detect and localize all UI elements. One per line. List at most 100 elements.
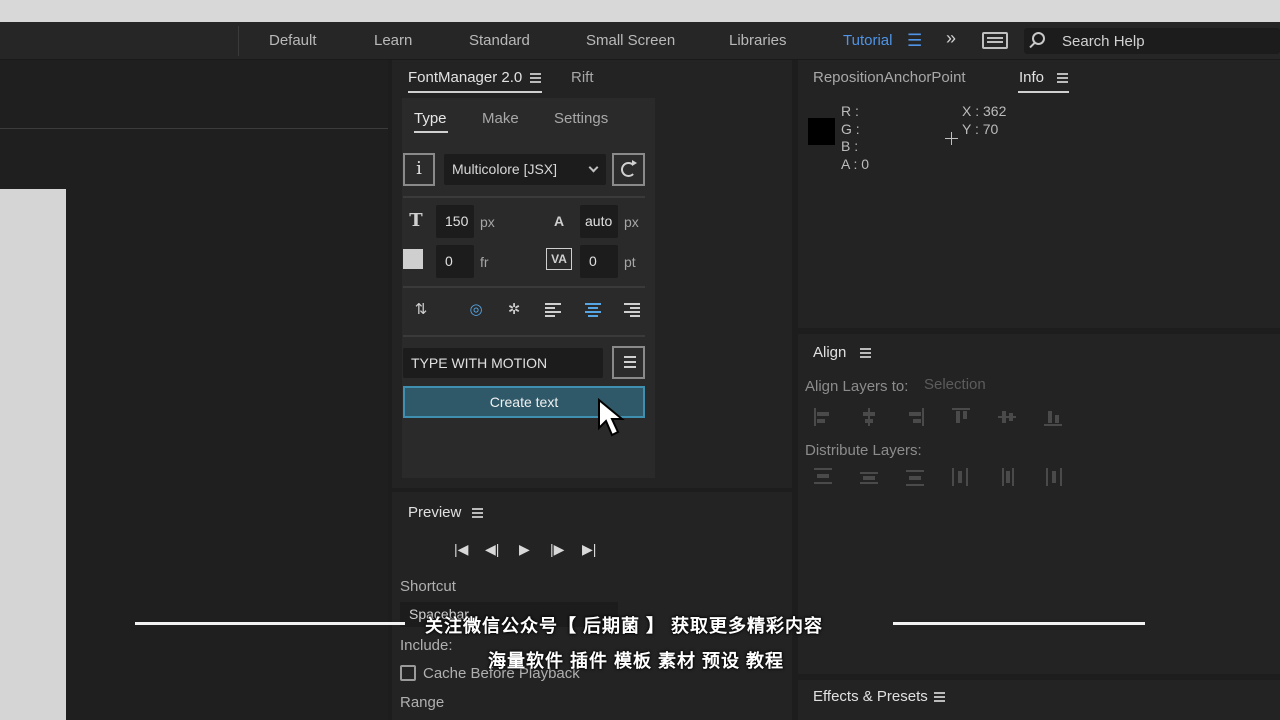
- leading-icon: A: [553, 213, 565, 229]
- divider: [403, 286, 645, 288]
- refresh-button[interactable]: [612, 153, 645, 186]
- workspace-learn[interactable]: Learn: [374, 32, 412, 49]
- subtab-underline: [414, 131, 448, 133]
- distribute-horizontal-centers-icon[interactable]: [998, 468, 1016, 486]
- text-input[interactable]: TYPE WITH MOTION: [403, 348, 603, 378]
- distribute-right-icon[interactable]: [1044, 468, 1062, 486]
- cache-checkbox[interactable]: [400, 665, 416, 681]
- layer-order-icon[interactable]: ⇅: [406, 299, 436, 321]
- tab-info[interactable]: Info: [1019, 69, 1044, 86]
- include-label: Include:: [400, 637, 453, 654]
- overlay-caption-line2: 海量软件 插件 模板 素材 预设 教程: [488, 651, 785, 671]
- align-left-edges-icon[interactable]: [814, 408, 832, 426]
- crosshair-icon: [945, 132, 958, 145]
- workspace-default[interactable]: Default: [269, 32, 317, 49]
- align-layers-select[interactable]: Selection: [924, 376, 1064, 398]
- fontmanager-menu-icon[interactable]: [530, 73, 541, 83]
- refresh-icon: [621, 160, 637, 177]
- composition-viewer-panel: [0, 60, 388, 720]
- workspace-small-screen[interactable]: Small Screen: [586, 32, 675, 49]
- align-center-icon[interactable]: [585, 303, 601, 317]
- align-top-edges-icon[interactable]: [952, 408, 970, 426]
- window-top-strip: [0, 0, 1280, 22]
- distribute-layers-label: Distribute Layers:: [805, 442, 922, 459]
- overlay-line-right: [893, 622, 1145, 625]
- animate-icon[interactable]: ◎: [466, 299, 486, 321]
- tracking-input[interactable]: 0: [580, 245, 618, 278]
- align-left-icon[interactable]: [545, 303, 561, 317]
- tab-reposition-anchor-point[interactable]: RepositionAnchorPoint: [813, 69, 966, 86]
- search-placeholder: Search Help: [1062, 33, 1145, 50]
- font-select[interactable]: Multicolore [JSX]: [444, 154, 606, 185]
- effects-menu-icon[interactable]: [934, 692, 945, 702]
- divider: [403, 196, 645, 198]
- more-workspaces-icon[interactable]: »: [946, 28, 956, 49]
- align-title: Align: [813, 344, 847, 361]
- info-g: G :: [841, 121, 860, 137]
- tab-rift[interactable]: Rift: [571, 69, 594, 86]
- play-icon[interactable]: ▶: [519, 541, 530, 558]
- workspace-standard[interactable]: Standard: [469, 32, 530, 49]
- tab-fontmanager[interactable]: FontManager 2.0: [408, 69, 522, 86]
- range-label: Range: [400, 694, 445, 711]
- tab-underline: [408, 91, 542, 93]
- distribute-bottom-icon[interactable]: [906, 468, 924, 486]
- composition-canvas[interactable]: [0, 189, 66, 720]
- preview-panel: Preview |◀ ◀| ▶ |▶ ▶| Shortcut Spacebar …: [392, 492, 792, 720]
- keyboard-shortcuts-icon[interactable]: [982, 32, 1008, 49]
- frames-unit: fr: [480, 254, 489, 270]
- workspace-tutorial[interactable]: Tutorial: [843, 32, 892, 49]
- previous-frame-icon[interactable]: ◀|: [485, 541, 499, 558]
- tracking-unit: pt: [624, 254, 636, 270]
- subtab-type[interactable]: Type: [414, 110, 447, 127]
- leading-input[interactable]: auto: [580, 205, 618, 238]
- align-right-icon[interactable]: [624, 303, 640, 317]
- info-r: R :: [841, 103, 859, 119]
- distribute-vertical-centers-icon[interactable]: [860, 468, 878, 486]
- align-menu-icon[interactable]: [860, 348, 871, 358]
- info-panel: RepositionAnchorPoint Info R : G : B : A…: [798, 60, 1280, 328]
- frames-icon: [403, 249, 423, 269]
- workspace-separator: [238, 26, 239, 56]
- first-frame-icon[interactable]: |◀: [454, 541, 468, 558]
- add-text-button[interactable]: [612, 346, 645, 379]
- preview-title: Preview: [408, 504, 462, 521]
- align-vertical-centers-icon[interactable]: [998, 408, 1016, 426]
- info-y: Y : 70: [962, 121, 999, 137]
- distribute-left-icon[interactable]: [952, 468, 970, 486]
- last-frame-icon[interactable]: ▶|: [582, 541, 596, 558]
- align-horizontal-centers-icon[interactable]: [860, 408, 878, 426]
- preview-menu-icon[interactable]: [472, 508, 483, 518]
- font-select-value: Multicolore [JSX]: [452, 161, 558, 177]
- effects-title: Effects & Presets: [813, 688, 928, 705]
- chevron-down-icon: [588, 162, 599, 173]
- info-button[interactable]: i: [403, 153, 435, 186]
- frames-input[interactable]: 0: [436, 245, 474, 278]
- color-swatch: [808, 118, 835, 145]
- effects-presets-panel: Effects & Presets: [798, 680, 1280, 720]
- subtab-make[interactable]: Make: [482, 110, 519, 127]
- distribute-top-icon[interactable]: [814, 468, 832, 486]
- workspace-libraries[interactable]: Libraries: [729, 32, 787, 49]
- next-frame-icon[interactable]: |▶: [550, 541, 564, 558]
- divider: [403, 335, 645, 337]
- info-a: A : 0: [841, 156, 870, 172]
- viewer-divider: [0, 128, 388, 129]
- info-menu-icon[interactable]: [1057, 73, 1068, 83]
- subtab-settings[interactable]: Settings: [554, 110, 608, 127]
- sparkle-icon[interactable]: ✲: [504, 299, 524, 321]
- font-size-input[interactable]: 150: [436, 205, 474, 238]
- align-bottom-edges-icon[interactable]: [1044, 408, 1062, 426]
- tab-underline: [1018, 91, 1069, 93]
- font-size-icon: T: [409, 210, 423, 231]
- align-right-edges-icon[interactable]: [906, 408, 924, 426]
- workspace-menu-icon[interactable]: ☰: [907, 31, 922, 51]
- overlay-caption-line1: 关注微信公众号【 后期菌 】 获取更多精彩内容: [425, 616, 824, 636]
- align-layers-label: Align Layers to:: [805, 378, 909, 395]
- leading-unit: px: [624, 214, 639, 230]
- search-icon: [1032, 32, 1045, 45]
- font-size-unit: px: [480, 214, 495, 230]
- search-help-input[interactable]: Search Help: [1024, 28, 1280, 54]
- info-b: B :: [841, 138, 859, 154]
- workspace-bar: Default Learn Standard Small Screen Libr…: [0, 22, 1280, 60]
